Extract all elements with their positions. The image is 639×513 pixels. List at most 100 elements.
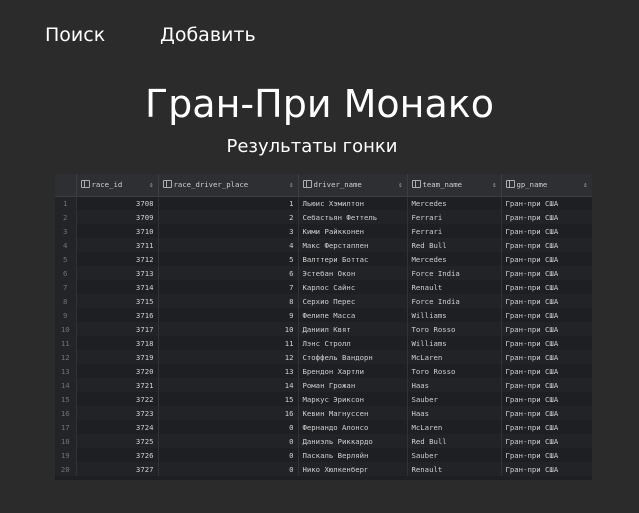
race-id-cell[interactable]: 3727 — [76, 462, 159, 476]
driver-name-cell[interactable]: Брендон Хартли — [298, 364, 408, 378]
gp-name-cell[interactable]: Гран-при США — [501, 294, 592, 308]
team-name-cell[interactable]: Renault — [407, 462, 502, 476]
table-row[interactable]: 9 3716 9 Фелипе Масса Williams Гран-при США — [55, 308, 592, 322]
row-number-cell[interactable]: 18 — [55, 434, 77, 448]
race-id-cell[interactable]: 3721 — [76, 378, 159, 392]
race-driver-place-cell[interactable]: 11 — [158, 336, 299, 350]
race-id-cell[interactable]: 3714 — [76, 280, 159, 294]
gp-name-cell[interactable]: Гран-при США — [501, 196, 592, 210]
row-number-cell[interactable]: 8 — [55, 294, 77, 308]
race-driver-place-cell[interactable]: 0 — [158, 434, 299, 448]
column-header-team-name[interactable]: team_name ⇕ — [407, 174, 502, 197]
table-row[interactable]: 14 3721 14 Роман Грожан Haas Гран-при США — [55, 378, 592, 392]
gp-name-cell[interactable]: Гран-при США — [501, 448, 592, 462]
gp-name-cell[interactable]: Гран-при США — [501, 406, 592, 420]
column-header-gp-name[interactable]: gp_name ⇕ — [501, 174, 592, 197]
team-name-cell[interactable]: Toro Rosso — [407, 322, 502, 336]
race-driver-place-cell[interactable]: 16 — [158, 406, 299, 420]
team-name-cell[interactable]: McLaren — [407, 350, 502, 364]
sort-icon[interactable]: ⇕ — [492, 181, 496, 189]
row-number-cell[interactable]: 5 — [55, 252, 77, 266]
team-name-cell[interactable]: Sauber — [407, 392, 502, 406]
table-row[interactable]: 19 3726 0 Паскаль Верляйн Sauber Гран-при США — [55, 448, 592, 462]
gp-name-cell[interactable]: Гран-при США — [501, 322, 592, 336]
driver-name-cell[interactable]: Лэнс Стролл — [298, 336, 408, 350]
table-row[interactable]: 7 3714 7 Карлос Сайнс Renault Гран-при США — [55, 280, 592, 294]
race-id-cell[interactable]: 3720 — [76, 364, 159, 378]
column-header-race-driver-place[interactable]: race_driver_place ⇕ — [158, 174, 299, 197]
race-driver-place-cell[interactable]: 3 — [158, 224, 299, 238]
driver-name-cell[interactable]: Льюис Хэмилтон — [298, 196, 408, 210]
team-name-cell[interactable]: Mercedes — [407, 196, 502, 210]
row-number-cell[interactable]: 13 — [55, 364, 77, 378]
gp-name-cell[interactable]: Гран-при США — [501, 364, 592, 378]
race-driver-place-cell[interactable]: 15 — [158, 392, 299, 406]
gp-name-cell[interactable]: Гран-при США — [501, 434, 592, 448]
race-driver-place-cell[interactable]: 9 — [158, 308, 299, 322]
driver-name-cell[interactable]: Кими Райкконен — [298, 224, 408, 238]
driver-name-cell[interactable]: Валттери Боттас — [298, 252, 408, 266]
race-id-cell[interactable]: 3719 — [76, 350, 159, 364]
table-row[interactable]: 5 3712 5 Валттери Боттас Mercedes Гран-при СШ… — [55, 252, 592, 266]
race-id-cell[interactable]: 3724 — [76, 420, 159, 434]
race-id-cell[interactable]: 3711 — [76, 238, 159, 252]
table-row[interactable]: 20 3727 0 Нико Хюлкенберг Renault Гран-при СШ… — [55, 462, 592, 476]
race-driver-place-cell[interactable]: 12 — [158, 350, 299, 364]
gp-name-cell[interactable]: Гран-при США — [501, 224, 592, 238]
race-id-cell[interactable]: 3722 — [76, 392, 159, 406]
row-number-cell[interactable]: 6 — [55, 266, 77, 280]
race-id-cell[interactable]: 3717 — [76, 322, 159, 336]
team-name-cell[interactable]: Renault — [407, 280, 502, 294]
driver-name-cell[interactable]: Даниэль Риккардо — [298, 434, 408, 448]
gp-name-cell[interactable]: Гран-при США — [501, 378, 592, 392]
gp-name-cell[interactable]: Гран-при США — [501, 266, 592, 280]
race-id-cell[interactable]: 3713 — [76, 266, 159, 280]
driver-name-cell[interactable]: Нико Хюлкенберг — [298, 462, 408, 476]
race-driver-place-cell[interactable]: 6 — [158, 266, 299, 280]
team-name-cell[interactable]: Ferrari — [407, 224, 502, 238]
race-id-cell[interactable]: 3712 — [76, 252, 159, 266]
race-driver-place-cell[interactable]: 7 — [158, 280, 299, 294]
sort-icon[interactable]: ⇕ — [398, 181, 402, 189]
driver-name-cell[interactable]: Макс Ферстаппен — [298, 238, 408, 252]
table-row[interactable]: 13 3720 13 Брендон Хартли Toro Rosso Гран-при… — [55, 364, 592, 378]
table-row[interactable]: 11 3718 11 Лэнс Стролл Williams Гран-при США — [55, 336, 592, 350]
driver-name-cell[interactable]: Фернандо Алонсо — [298, 420, 408, 434]
row-number-cell[interactable]: 3 — [55, 224, 77, 238]
table-row[interactable]: 4 3711 4 Макс Ферстаппен Red Bull Гран-при СШ… — [55, 238, 592, 252]
team-name-cell[interactable]: Sauber — [407, 448, 502, 462]
gp-name-cell[interactable]: Гран-при США — [501, 350, 592, 364]
race-driver-place-cell[interactable]: 0 — [158, 462, 299, 476]
table-row[interactable]: 15 3722 15 Маркус Эриксон Sauber Гран-при США — [55, 392, 592, 406]
race-driver-place-cell[interactable]: 14 — [158, 378, 299, 392]
gp-name-cell[interactable]: Гран-при США — [501, 420, 592, 434]
driver-name-cell[interactable]: Серхио Перес — [298, 294, 408, 308]
row-number-cell[interactable]: 16 — [55, 406, 77, 420]
driver-name-cell[interactable]: Себастьян Феттель — [298, 210, 408, 224]
race-id-cell[interactable]: 3723 — [76, 406, 159, 420]
race-driver-place-cell[interactable]: 4 — [158, 238, 299, 252]
table-row[interactable]: 18 3725 0 Даниэль Риккардо Red Bull Гран-при … — [55, 434, 592, 448]
table-row[interactable]: 1 3708 1 Льюис Хэмилтон Mercedes Гран-при США — [55, 196, 592, 210]
race-id-cell[interactable]: 3718 — [76, 336, 159, 350]
sort-icon[interactable]: ⇕ — [289, 181, 293, 189]
driver-name-cell[interactable]: Карлос Сайнс — [298, 280, 408, 294]
driver-name-cell[interactable]: Кевин Магнуссен — [298, 406, 408, 420]
team-name-cell[interactable]: Mercedes — [407, 252, 502, 266]
table-row[interactable]: 6 3713 6 Эстебан Окон Force India Гран-при СШ… — [55, 266, 592, 280]
table-row[interactable]: 16 3723 16 Кевин Магнуссен Haas Гран-при США — [55, 406, 592, 420]
gp-name-cell[interactable]: Гран-при США — [501, 238, 592, 252]
race-id-cell[interactable]: 3708 — [76, 196, 159, 210]
gp-name-cell[interactable]: Гран-при США — [501, 462, 592, 476]
row-number-cell[interactable]: 20 — [55, 462, 77, 476]
gp-name-cell[interactable]: Гран-при США — [501, 308, 592, 322]
row-number-cell[interactable]: 12 — [55, 350, 77, 364]
table-row[interactable]: 8 3715 8 Серхио Перес Force India Гран-при СШ… — [55, 294, 592, 308]
driver-name-cell[interactable]: Паскаль Верляйн — [298, 448, 408, 462]
race-id-cell[interactable]: 3716 — [76, 308, 159, 322]
team-name-cell[interactable]: Ferrari — [407, 210, 502, 224]
row-number-cell[interactable]: 9 — [55, 308, 77, 322]
row-number-cell[interactable]: 10 — [55, 322, 77, 336]
column-header-race-id[interactable]: race_id ⇕ — [76, 174, 159, 197]
nav-search-link[interactable]: Поиск — [45, 24, 105, 46]
